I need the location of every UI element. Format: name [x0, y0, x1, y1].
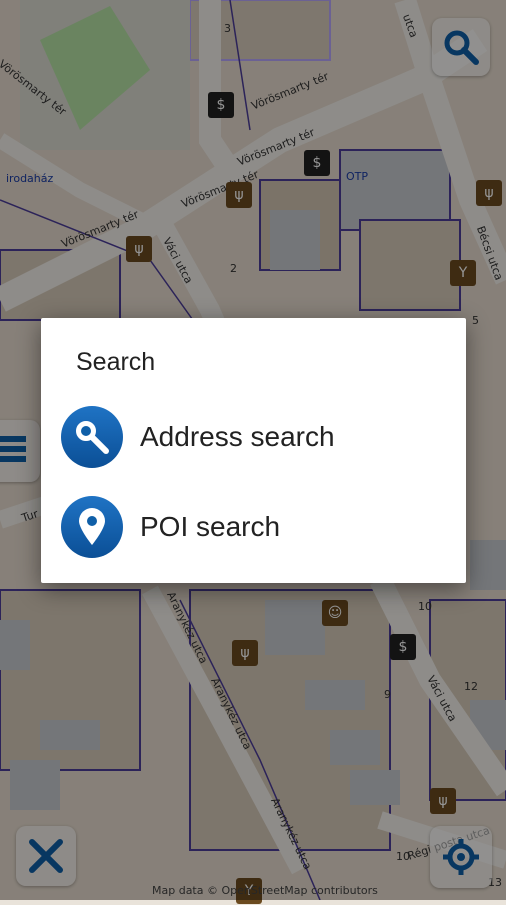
address-search-option[interactable]: Address search [41, 392, 466, 482]
address-search-label: Address search [140, 421, 335, 452]
magnifier-icon [61, 406, 123, 468]
poi-search-option[interactable]: POI search [41, 482, 466, 572]
dialog-title: Search [76, 348, 156, 376]
map-pin-icon [61, 496, 123, 558]
poi-search-label: POI search [140, 511, 281, 542]
search-dialog: Search Address search POI search [41, 318, 466, 583]
